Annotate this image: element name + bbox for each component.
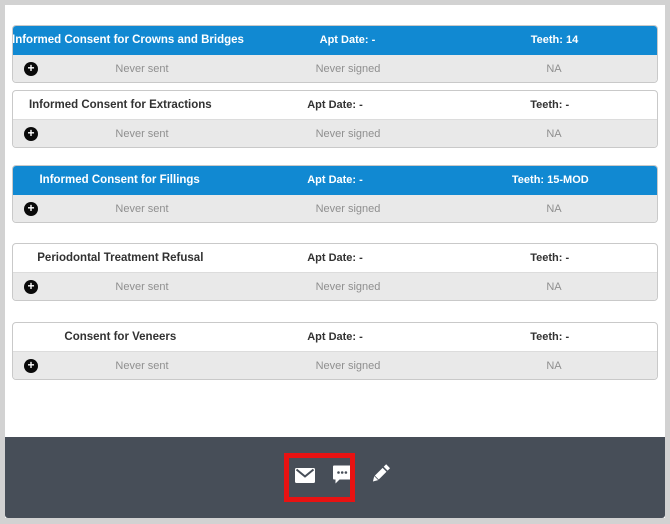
- send-email-button[interactable]: [293, 463, 317, 487]
- mail-icon: [293, 463, 317, 487]
- plus-circle-icon: +: [24, 201, 38, 216]
- sent-status: Never sent: [115, 359, 169, 372]
- expand-button[interactable]: +: [13, 120, 39, 147]
- consent-card: Consent for Veneers Apt Date: - Teeth: -…: [12, 322, 658, 380]
- action-toolbar: [5, 437, 665, 518]
- consent-card-header[interactable]: Informed Consent for Extractions Apt Dat…: [13, 91, 657, 120]
- expand-button[interactable]: +: [13, 55, 39, 82]
- consent-title: Informed Consent for Crowns and Bridges: [12, 34, 244, 46]
- extra-status: NA: [546, 280, 562, 293]
- sent-status: Never sent: [115, 280, 169, 293]
- consent-title: Consent for Veneers: [64, 331, 177, 343]
- signed-status: Never signed: [315, 62, 381, 75]
- signed-status: Never signed: [315, 280, 381, 293]
- extra-status: NA: [546, 127, 562, 140]
- teeth-label: Teeth: -: [530, 252, 570, 264]
- teeth-label: Teeth: -: [530, 99, 570, 111]
- pencil-icon: [367, 460, 394, 487]
- consent-status-row: + Never sent Never signed NA: [13, 195, 657, 222]
- plus-circle-icon: +: [24, 279, 38, 294]
- apt-date-label: Apt Date: -: [307, 252, 363, 264]
- plus-circle-icon: +: [24, 61, 38, 76]
- consent-card: Informed Consent for Crowns and Bridges …: [12, 25, 658, 83]
- consent-title: Periodontal Treatment Refusal: [37, 252, 204, 264]
- consent-status-row: + Never sent Never signed NA: [13, 273, 657, 300]
- sent-status: Never sent: [115, 127, 169, 140]
- consent-status-row: + Never sent Never signed NA: [13, 352, 657, 379]
- expand-button[interactable]: +: [13, 352, 39, 379]
- consent-card: Informed Consent for Extractions Apt Dat…: [12, 90, 658, 148]
- edit-button[interactable]: [367, 460, 394, 487]
- plus-circle-icon: +: [24, 358, 38, 373]
- sent-status: Never sent: [115, 202, 169, 215]
- consent-card-header[interactable]: Informed Consent for Crowns and Bridges …: [12, 26, 657, 55]
- consent-title: Informed Consent for Fillings: [39, 174, 200, 186]
- send-text-button[interactable]: [330, 462, 354, 486]
- consent-card: Periodontal Treatment Refusal Apt Date: …: [12, 243, 658, 301]
- consent-forms-panel: Informed Consent for Crowns and Bridges …: [5, 5, 665, 518]
- extra-status: NA: [546, 359, 562, 372]
- consent-title: Informed Consent for Extractions: [28, 99, 212, 111]
- consent-card-header[interactable]: Consent for Veneers Apt Date: - Teeth: -: [13, 323, 657, 352]
- expand-button[interactable]: +: [13, 195, 39, 222]
- teeth-label: Teeth: -: [530, 331, 570, 343]
- signed-status: Never signed: [315, 202, 381, 215]
- consent-card-header[interactable]: Periodontal Treatment Refusal Apt Date: …: [13, 244, 657, 273]
- apt-date-label: Apt Date: -: [319, 34, 376, 46]
- plus-circle-icon: +: [24, 126, 38, 141]
- apt-date-label: Apt Date: -: [307, 99, 363, 111]
- expand-button[interactable]: +: [13, 273, 39, 300]
- consent-card-header[interactable]: Informed Consent for Fillings Apt Date: …: [13, 166, 657, 195]
- chat-icon: [330, 462, 354, 486]
- extra-status: NA: [546, 62, 562, 75]
- signed-status: Never signed: [315, 359, 381, 372]
- apt-date-label: Apt Date: -: [307, 331, 363, 343]
- signed-status: Never signed: [315, 127, 381, 140]
- teeth-label: Teeth: 14: [530, 34, 579, 46]
- apt-date-label: Apt Date: -: [307, 174, 363, 186]
- sent-status: Never sent: [115, 62, 169, 75]
- consent-status-row: + Never sent Never signed NA: [13, 120, 657, 147]
- consent-card: Informed Consent for Fillings Apt Date: …: [12, 165, 658, 223]
- teeth-label: Teeth: 15-MOD: [511, 174, 589, 186]
- extra-status: NA: [546, 202, 562, 215]
- consent-status-row: + Never sent Never signed NA: [13, 55, 657, 82]
